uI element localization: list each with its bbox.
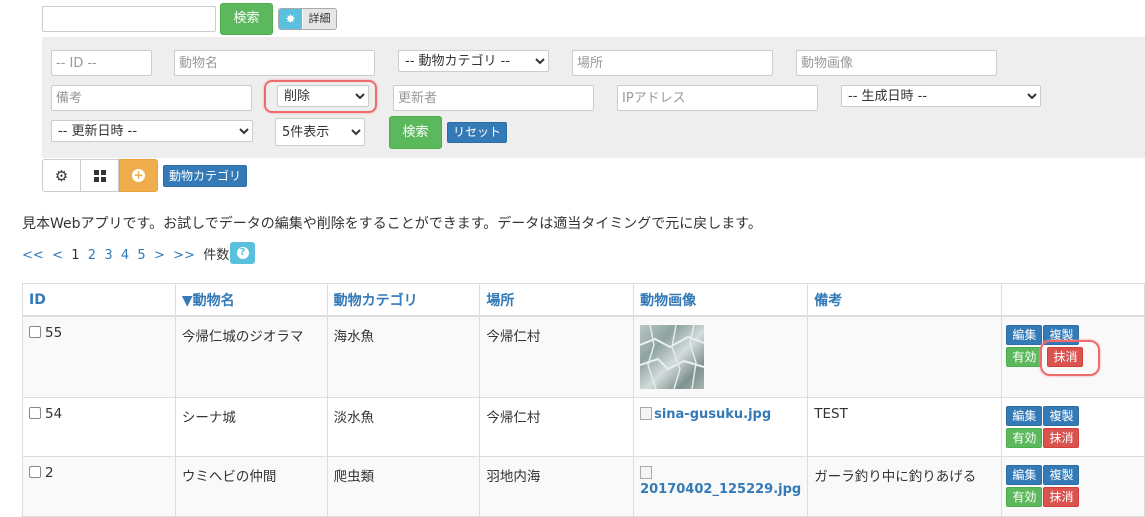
edit-button[interactable]: 編集 [1006, 325, 1043, 345]
info-message: 見本Webアプリです。お試しでデータの編集や削除をすることができます。データは適… [22, 216, 762, 232]
pager-next[interactable]: > [154, 248, 165, 263]
question-icon: ? [236, 247, 249, 259]
note-cell: TEST [807, 397, 1003, 457]
copy-button[interactable]: 複製 [1043, 465, 1080, 485]
plus-circle-icon: + [132, 168, 145, 182]
image-link[interactable]: 20170402_125229.jpg [640, 482, 801, 497]
help-button[interactable]: ? [230, 242, 255, 264]
col-image-header[interactable]: 動物画像 [633, 283, 809, 317]
edit-button[interactable]: 編集 [1006, 465, 1043, 485]
table-row: 2 ウミヘビの仲間 爬虫類 羽地内海 20170402_125229.jpg ガ… [22, 456, 1145, 517]
pagination: << < 1 2 3 4 5 > >> 件数:22 [22, 244, 250, 263]
image-link[interactable]: sina-gusuku.jpg [654, 407, 771, 422]
pager-prev[interactable]: < [52, 248, 63, 263]
col-name-header[interactable]: ▼動物名 [174, 283, 328, 317]
search-button[interactable]: 検索 [220, 3, 273, 35]
col-actions-header [1001, 283, 1145, 317]
updated-filter-select[interactable]: -- 更新日時 -- [51, 120, 253, 142]
col-place-header[interactable]: 場所 [479, 283, 635, 317]
gear-icon: ⚙ [54, 166, 69, 185]
filter-search-button[interactable]: 検索 [389, 116, 442, 149]
created-filter-select[interactable]: -- 生成日時 -- [841, 85, 1041, 107]
name-cell: 今帰仁城のジオラマ [174, 315, 328, 398]
settings-button[interactable]: ⚙ [42, 159, 81, 192]
detail-label: 詳細 [303, 9, 336, 29]
name-cell: ウミヘビの仲間 [174, 456, 328, 517]
actions-cell: 編集 複製 有効 抹消 [1001, 456, 1145, 517]
image-cell [633, 315, 809, 398]
toggle-on-icon: ✸ [279, 9, 302, 29]
detail-toggle[interactable]: ✸ 詳細 [278, 8, 337, 30]
search-input[interactable] [42, 6, 216, 32]
id-filter-input[interactable] [51, 50, 152, 76]
pager-page-4[interactable]: 4 [121, 248, 129, 263]
note-cell: ガーラ釣り中に釣りあげる [807, 456, 1003, 517]
category-cell: 淡水魚 [326, 397, 481, 457]
place-cell: 今帰仁村 [479, 315, 635, 398]
col-id-header[interactable]: ID [22, 283, 176, 317]
col-category-header[interactable]: 動物カテゴリ [326, 283, 481, 317]
name-filter-input[interactable] [174, 50, 375, 76]
table-row: 54 シーナ城 淡水魚 今帰仁村 sina-gusuku.jpg TEST 編集… [22, 397, 1145, 457]
erase-button[interactable]: 抹消 [1043, 428, 1080, 448]
copy-button[interactable]: 複製 [1043, 406, 1080, 426]
animal-category-button[interactable]: 動物カテゴリ [163, 165, 247, 187]
table-header-row: ID ▼動物名 動物カテゴリ 場所 動物画像 備考 [22, 283, 1145, 317]
actions-cell: 編集 複製 有効 抹消 [1001, 315, 1145, 398]
enable-button[interactable]: 有効 [1006, 347, 1043, 367]
pager-page-3[interactable]: 3 [104, 248, 112, 263]
row-checkbox[interactable] [29, 466, 41, 478]
enable-button[interactable]: 有効 [1006, 428, 1043, 448]
name-cell: シーナ城 [174, 397, 328, 457]
note-cell [807, 315, 1003, 398]
edit-button[interactable]: 編集 [1006, 406, 1043, 426]
category-filter-select[interactable]: -- 動物カテゴリ -- [398, 50, 549, 72]
row-checkbox[interactable] [29, 407, 41, 419]
pager-first[interactable]: << [22, 248, 44, 263]
pager-current: 1 [71, 248, 80, 263]
image-cell: sina-gusuku.jpg [633, 397, 809, 457]
enable-button[interactable]: 有効 [1006, 487, 1043, 507]
col-note-header[interactable]: 備考 [807, 283, 1003, 317]
delete-filter-select[interactable]: 削除 [277, 85, 369, 107]
note-filter-input[interactable] [51, 85, 252, 111]
place-filter-input[interactable] [572, 50, 773, 76]
copy-button[interactable]: 複製 [1043, 325, 1080, 345]
grid-icon [93, 169, 106, 182]
actions-cell: 編集 複製 有効 抹消 [1001, 397, 1145, 457]
erase-button[interactable]: 抹消 [1043, 487, 1080, 507]
image-filter-input[interactable] [796, 50, 997, 76]
ip-filter-input[interactable] [617, 85, 818, 111]
category-cell: 海水魚 [326, 315, 481, 398]
pager-page-5[interactable]: 5 [137, 248, 145, 263]
grid-view-button[interactable] [80, 159, 119, 192]
id-cell: 2 [22, 456, 176, 517]
pager-last[interactable]: >> [173, 248, 195, 263]
id-cell: 55 [22, 315, 176, 398]
row-checkbox[interactable] [29, 326, 41, 338]
table-row: 55 今帰仁城のジオラマ 海水魚 今帰仁村 編集 複製 有効 抹消 [22, 315, 1145, 398]
pager-page-2[interactable]: 2 [88, 248, 96, 263]
erase-button[interactable]: 抹消 [1047, 347, 1084, 367]
place-cell: 今帰仁村 [479, 397, 635, 457]
animal-thumbnail[interactable] [640, 325, 705, 389]
place-cell: 羽地内海 [479, 456, 635, 517]
category-cell: 爬虫類 [326, 456, 481, 517]
updater-filter-input[interactable] [393, 85, 594, 111]
id-cell: 54 [22, 397, 176, 457]
per-page-select[interactable]: 5件表示 [275, 118, 365, 146]
broken-image-icon [640, 466, 653, 479]
data-table: ID ▼動物名 動物カテゴリ 場所 動物画像 備考 55 今帰仁城のジオラマ 海… [22, 283, 1145, 517]
broken-image-icon [640, 407, 653, 420]
image-cell: 20170402_125229.jpg [633, 456, 809, 517]
add-button[interactable]: + [119, 159, 158, 192]
reset-button[interactable]: リセット [447, 122, 507, 143]
